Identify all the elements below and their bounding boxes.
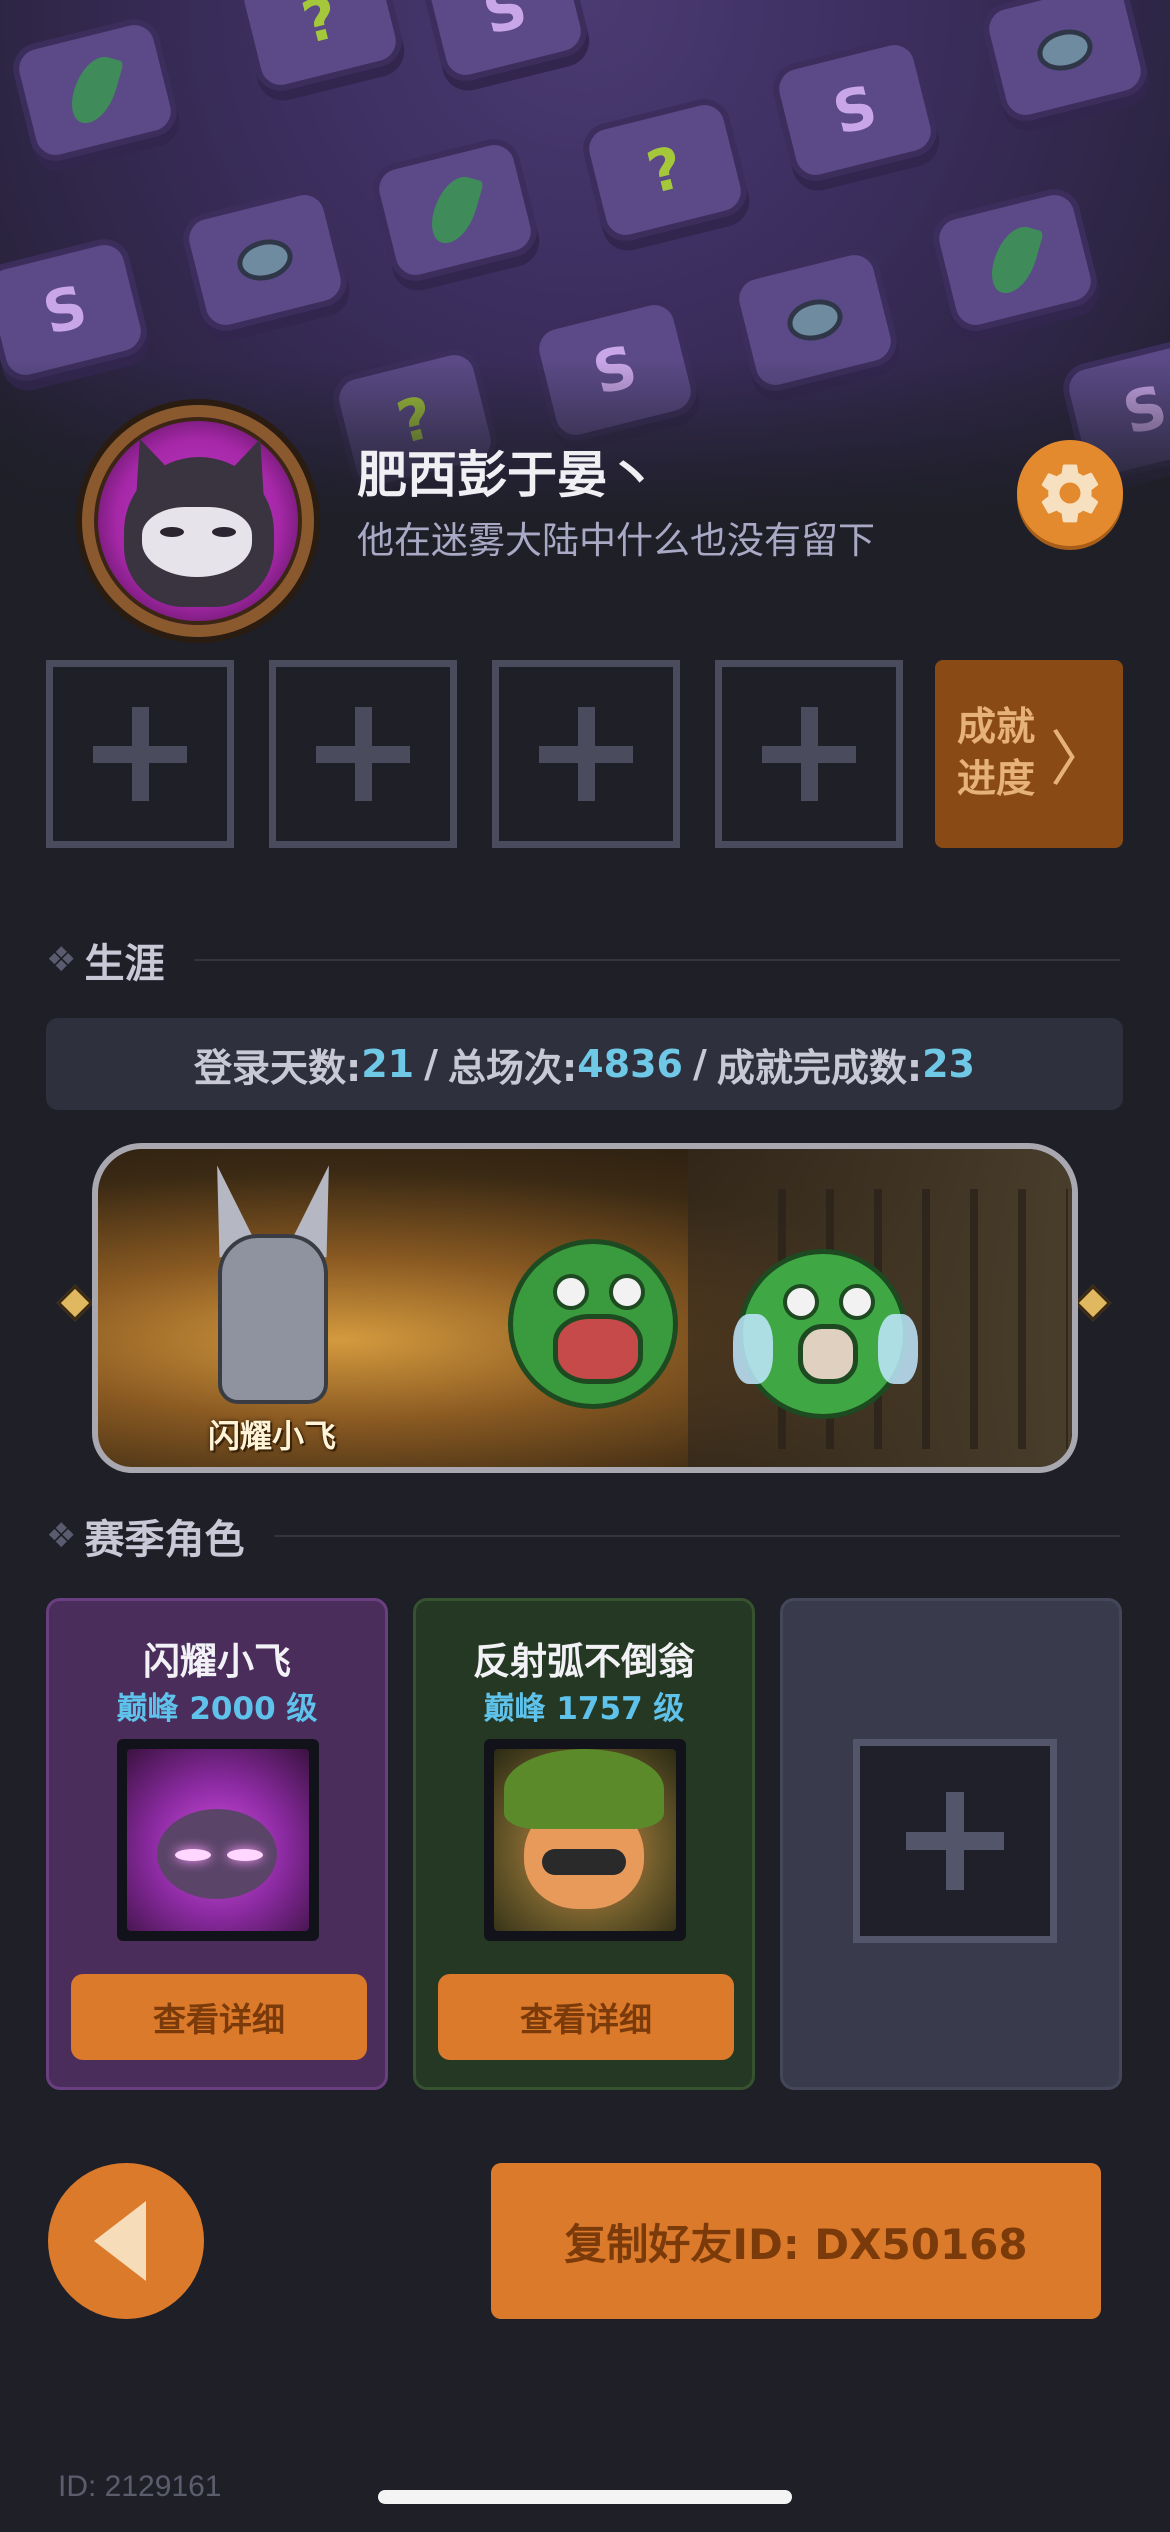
showcase-hero-label: 闪耀小飞 <box>208 1417 337 1455</box>
achievement-progress-button[interactable]: 成就 进度 〉 <box>935 660 1123 848</box>
achievements-done-label: 成就完成数: <box>716 1045 923 1090</box>
achievement-slot[interactable] <box>269 660 457 848</box>
armored-knight-hero <box>178 1160 368 1434</box>
achievements-done-value: 23 <box>922 1042 975 1086</box>
chevron-right-icon: 〉 <box>1050 724 1110 795</box>
login-days-label: 登录天数: <box>194 1045 362 1090</box>
gear-icon <box>1041 464 1099 523</box>
sparkle-icon <box>56 1284 94 1322</box>
season-role-card[interactable]: 闪耀小飞 巅峰 2000 级 查看详细 <box>46 1598 388 2090</box>
section-title: 生涯 <box>84 941 165 987</box>
role-name: 闪耀小飞 <box>143 1640 291 1683</box>
leaf-chest-icon <box>927 183 1103 337</box>
progress-label-line2: 进度 <box>956 757 1035 802</box>
role-name: 反射弧不倒翁 <box>473 1640 695 1683</box>
separator: / <box>424 1042 439 1086</box>
s-chest-icon: S <box>767 33 943 187</box>
user-id-label: ID: 2129161 <box>58 2470 222 2503</box>
sparkle-icon <box>1074 1284 1112 1322</box>
question-chest-icon: ? <box>577 93 753 247</box>
s-chest-icon: S <box>527 293 703 447</box>
back-button[interactable] <box>48 2163 204 2319</box>
season-role-card[interactable]: 反射弧不倒翁 巅峰 1757 级 查看详细 <box>413 1598 755 2090</box>
role-rank: 巅峰 1757 级 <box>483 1691 685 1727</box>
progress-label-line1: 成就 <box>956 705 1035 750</box>
angry-fish-character <box>508 1239 678 1409</box>
leaf-chest-icon <box>367 133 543 287</box>
achievement-slot[interactable] <box>715 660 903 848</box>
back-arrow-icon <box>94 2201 146 2281</box>
divider <box>194 959 1120 961</box>
separator: / <box>692 1042 707 1086</box>
role-portrait <box>117 1739 319 1941</box>
diamond-icon: ❖ <box>46 1516 77 1556</box>
view-details-button[interactable]: 查看详细 <box>71 1974 367 2060</box>
section-title: 赛季角色 <box>84 1517 245 1563</box>
total-matches-value: 4836 <box>577 1042 683 1086</box>
disc-chest-icon <box>977 0 1153 127</box>
copy-friend-id-button[interactable]: 复制好友ID: DX50168 <box>491 2163 1101 2319</box>
home-indicator[interactable] <box>378 2490 792 2504</box>
avatar[interactable] <box>82 405 314 637</box>
achievement-slot[interactable] <box>492 660 680 848</box>
disc-chest-icon <box>177 183 353 337</box>
view-details-button[interactable]: 查看详细 <box>438 1974 734 2060</box>
total-matches-label: 总场次: <box>448 1045 578 1090</box>
role-portrait <box>484 1739 686 1941</box>
hero-showcase-banner[interactable]: 闪耀小飞 <box>92 1143 1078 1473</box>
disc-chest-icon <box>727 243 903 397</box>
leaf-chest-icon <box>7 13 183 167</box>
s-chest-icon: S <box>417 0 593 87</box>
role-rank: 巅峰 2000 级 <box>116 1691 318 1727</box>
settings-button[interactable] <box>1017 440 1123 546</box>
divider <box>274 1535 1120 1537</box>
s-chest-icon: S <box>0 233 153 387</box>
profile-bio: 他在迷雾大陆中什么也没有留下 <box>357 519 875 562</box>
crying-fish-character <box>733 1249 918 1419</box>
diamond-icon: ❖ <box>46 940 77 980</box>
achievement-slot[interactable] <box>46 660 234 848</box>
username: 肥西彭于晏丶 <box>357 446 657 504</box>
login-days-value: 21 <box>361 1042 415 1086</box>
empty-role-slot[interactable] <box>780 1598 1122 2090</box>
career-stats-bar: 登录天数: 21 / 总场次: 4836 / 成就完成数: 23 <box>46 1018 1123 1110</box>
season-section-header: ❖ 赛季角色 <box>46 1511 1120 1563</box>
career-section-header: ❖ 生涯 <box>46 935 1120 987</box>
question-chest-icon: ? <box>232 0 408 97</box>
add-role-slot[interactable] <box>853 1739 1057 1943</box>
